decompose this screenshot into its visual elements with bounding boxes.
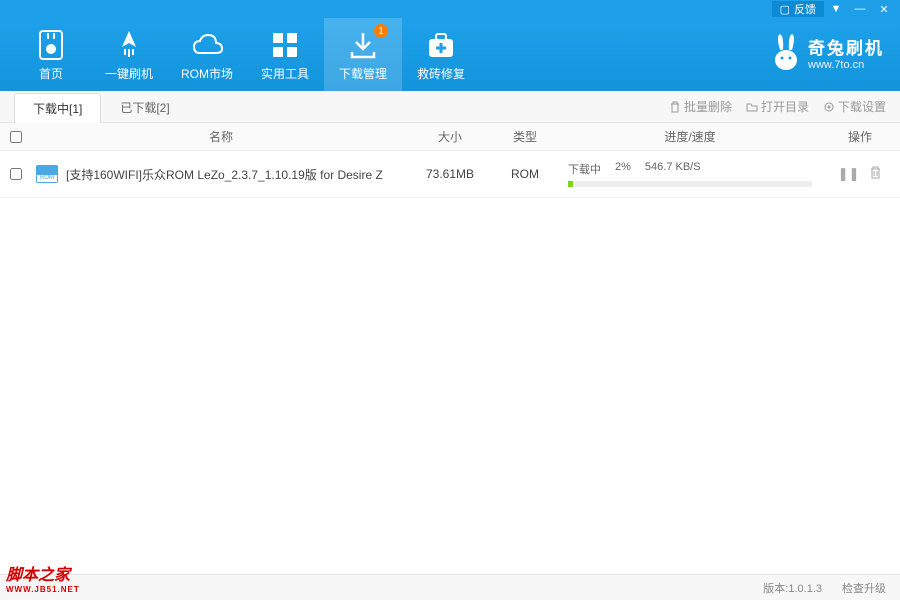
row-checkbox[interactable] [10,168,22,180]
open-dir-button[interactable]: 打开目录 [746,98,809,115]
col-action: 操作 [820,128,900,145]
grid-icon [271,27,299,63]
brand-name: 奇兔刷机 [808,34,884,59]
nav-label: 首页 [39,65,63,82]
select-all-checkbox[interactable] [10,131,22,143]
rabbit-logo-icon [770,32,802,72]
main-nav: 首页 一键刷机 ROM市场 实用工具 1 下载管理 救砖修复 奇兔刷机 www.… [0,18,900,91]
row-status: 下载中 [568,161,601,177]
nav-tools[interactable]: 实用工具 [246,18,324,91]
delete-button[interactable] [869,166,882,182]
close-button[interactable]: ✕ [872,1,896,17]
nav-label: 一键刷机 [105,65,153,82]
status-bar: 版本:1.0.1.3 检查升级 [0,574,900,600]
nav-label: ROM市场 [181,65,233,82]
nav-home[interactable]: 首页 [12,18,90,91]
version-label: 版本:1.0.1.3 [763,580,822,596]
row-percent: 2% [615,161,631,177]
rocket-icon [114,27,144,63]
rom-file-icon [36,165,58,183]
nav-label: 救砖修复 [417,65,465,82]
progress-bar [568,181,812,187]
nav-rescue[interactable]: 救砖修复 [402,18,480,91]
rabbit-icon [36,27,66,63]
nav-label: 下载管理 [339,65,387,82]
row-type: ROM [490,167,560,181]
folder-icon [746,101,758,113]
nav-download-manager[interactable]: 1 下载管理 [324,18,402,91]
download-badge: 1 [374,24,388,38]
row-speed: 546.7 KB/S [645,161,701,177]
brand-url: www.7to.cn [808,59,864,71]
row-name: [支持160WIFI]乐众ROM LeZo_2.3.7_1.10.19版 for… [66,166,383,183]
col-progress: 进度/速度 [560,128,820,145]
minimize-button[interactable]: — [848,1,872,17]
gear-icon [823,101,835,113]
table-header: 名称 大小 类型 进度/速度 操作 [0,123,900,151]
nav-flash[interactable]: 一键刷机 [90,18,168,91]
col-type: 类型 [490,128,560,145]
trash-icon [669,101,681,113]
check-update-button[interactable]: 检查升级 [842,580,886,596]
brand-logo: 奇兔刷机 www.7to.cn [770,32,884,72]
tab-downloaded[interactable]: 已下载[2] [101,92,188,122]
progress-fill [568,181,573,187]
cloud-icon [190,27,224,63]
table-row: [支持160WIFI]乐众ROM LeZo_2.3.7_1.10.19版 for… [0,151,900,198]
trash-icon [869,166,882,179]
batch-delete-button[interactable]: 批量删除 [669,98,732,115]
tab-downloading[interactable]: 下载中[1] [14,93,101,123]
col-name: 名称 [32,128,410,145]
nav-label: 实用工具 [261,65,309,82]
watermark: 脚本之家 WWW.JB51.NET [6,561,80,594]
feedback-label: 反馈 [794,1,816,17]
feedback-button[interactable]: ▢ 反馈 [772,1,824,17]
col-size: 大小 [410,128,490,145]
pause-button[interactable]: ❚❚ [838,166,860,182]
menu-dropdown-button[interactable]: ▼ [824,1,848,17]
download-settings-button[interactable]: 下载设置 [823,98,886,115]
nav-rom-market[interactable]: ROM市场 [168,18,246,91]
row-size: 73.61MB [410,167,490,181]
medkit-icon [426,27,456,63]
